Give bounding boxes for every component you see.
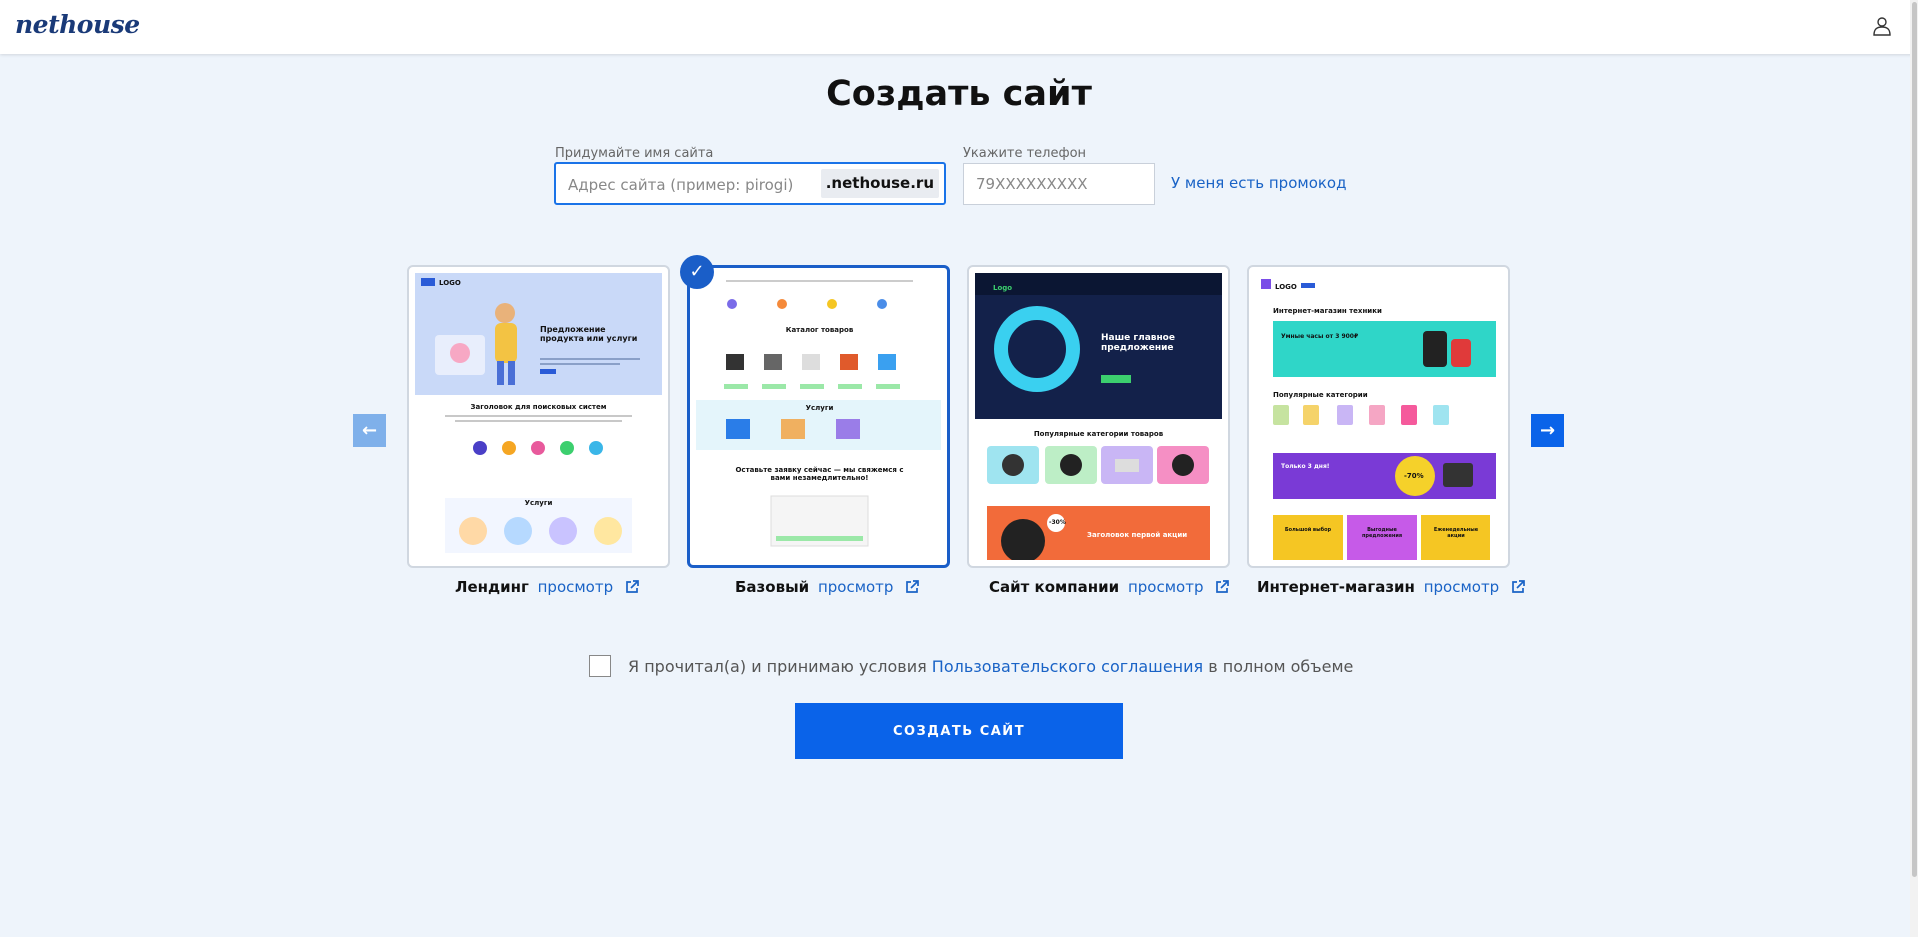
carousel-next-button[interactable]: →: [1531, 414, 1564, 447]
preview-promo-title: Заголовок первой акции: [1087, 531, 1188, 539]
page-scrollbar[interactable]: [1910, 0, 1918, 937]
template-card-basic[interactable]: Каталог товаров Услуги Оставьте заявку с…: [687, 265, 950, 568]
site-name-label: Придумайте имя сайта: [555, 146, 714, 161]
site-name-field[interactable]: .nethouse.ru: [554, 162, 946, 205]
template-card-company[interactable]: Logo Наше главное предложение Популярные…: [967, 265, 1230, 568]
preview-tile-3: Еженедельные акции: [1433, 527, 1479, 539]
external-link-icon[interactable]: [624, 579, 640, 595]
preview-section-title: Заголовок для поисковых систем: [470, 403, 607, 411]
preview-badge: -70%: [1404, 472, 1424, 480]
domain-suffix: .nethouse.ru: [820, 169, 939, 198]
agreement-suffix: в полном объеме: [1203, 657, 1354, 676]
company-preview-illustration: [975, 273, 1222, 560]
page-title: Создать сайт: [826, 74, 1092, 114]
template-preview-shop: LOGO Интернет-магазин техники Умные часы…: [1255, 273, 1502, 560]
preview-section-title: Популярные категории: [1273, 391, 1368, 399]
preview-catalog-title: Каталог товаров: [785, 326, 854, 334]
template-card-shop[interactable]: LOGO Интернет-магазин техники Умные часы…: [1247, 265, 1510, 568]
template-label-landing: Лендинг просмотр: [455, 578, 640, 596]
agreement-prefix: Я прочитал(а) и принимаю условия: [628, 657, 932, 676]
template-label-basic: Базовый просмотр: [735, 578, 920, 596]
basic-preview-illustration: [696, 280, 941, 547]
template-label-shop: Интернет-магазин просмотр: [1257, 578, 1526, 596]
preview-logo: Logo: [993, 284, 1013, 292]
template-view-link[interactable]: просмотр: [818, 578, 894, 596]
preview-badge: -30%: [1049, 519, 1066, 526]
preview-services-title: Услуги: [805, 404, 834, 412]
preview-logo: LOGO: [1275, 283, 1297, 291]
preview-hero-title: Предложение продукта или услуги: [540, 325, 638, 343]
nethouse-logo[interactable]: nethouse: [15, 10, 140, 39]
preview-promo-title: Только 3 дня!: [1281, 463, 1330, 470]
template-view-link[interactable]: просмотр: [1128, 578, 1204, 596]
top-bar: nethouse: [0, 0, 1918, 54]
template-label-company: Сайт компании просмотр: [989, 578, 1230, 596]
preview-banner-title: Умные часы от 3 900₽: [1281, 333, 1359, 340]
landing-preview-illustration: [415, 273, 662, 553]
preview-tile-2: Выгодные предложения: [1361, 527, 1403, 539]
template-name: Лендинг: [455, 578, 529, 596]
template-card-landing[interactable]: LOGO Предложение продукта или услуги Заг…: [407, 265, 670, 568]
promo-code-link[interactable]: У меня есть промокод: [1171, 174, 1346, 192]
user-agreement-link[interactable]: Пользовательского соглашения: [932, 657, 1203, 676]
preview-tile-1: Большой выбор: [1284, 527, 1332, 533]
phone-input[interactable]: [963, 163, 1155, 205]
template-name: Сайт компании: [989, 578, 1120, 596]
arrow-right-icon: →: [1539, 420, 1556, 441]
template-preview-company: Logo Наше главное предложение Популярные…: [975, 273, 1222, 560]
preview-logo: LOGO: [439, 279, 461, 287]
preview-section-title: Популярные категории товаров: [1033, 430, 1164, 438]
arrow-left-icon: ←: [361, 420, 378, 441]
phone-label: Укажите телефон: [963, 146, 1087, 161]
template-preview-basic: Каталог товаров Услуги Оставьте заявку с…: [696, 274, 941, 559]
agreement-text: Я прочитал(а) и принимаю условия Пользов…: [628, 657, 1353, 676]
agreement-checkbox[interactable]: [589, 655, 611, 677]
external-link-icon[interactable]: [1214, 579, 1230, 595]
preview-shop-title: Интернет-магазин техники: [1273, 307, 1382, 315]
template-name: Интернет-магазин: [1257, 578, 1415, 596]
template-view-link[interactable]: просмотр: [538, 578, 614, 596]
template-name: Базовый: [735, 578, 810, 596]
template-preview-landing: LOGO Предложение продукта или услуги Заг…: [415, 273, 662, 560]
preview-services-title: Услуги: [524, 499, 553, 507]
external-link-icon[interactable]: [1510, 579, 1526, 595]
template-view-link[interactable]: просмотр: [1424, 578, 1500, 596]
carousel-prev-button[interactable]: ←: [353, 414, 386, 447]
preview-hero-title: Наше главное предложение: [1101, 333, 1175, 353]
user-icon[interactable]: [1872, 16, 1892, 36]
scrollbar-thumb[interactable]: [1912, 2, 1917, 877]
preview-cta-text: Оставьте заявку сейчас — мы свяжемся с в…: [735, 466, 904, 482]
selected-check-icon: ✓: [680, 255, 714, 289]
external-link-icon[interactable]: [904, 579, 920, 595]
create-site-button[interactable]: СОЗДАТЬ САЙТ: [795, 703, 1123, 759]
site-name-input[interactable]: [566, 172, 830, 198]
shop-preview-illustration: [1261, 279, 1496, 560]
